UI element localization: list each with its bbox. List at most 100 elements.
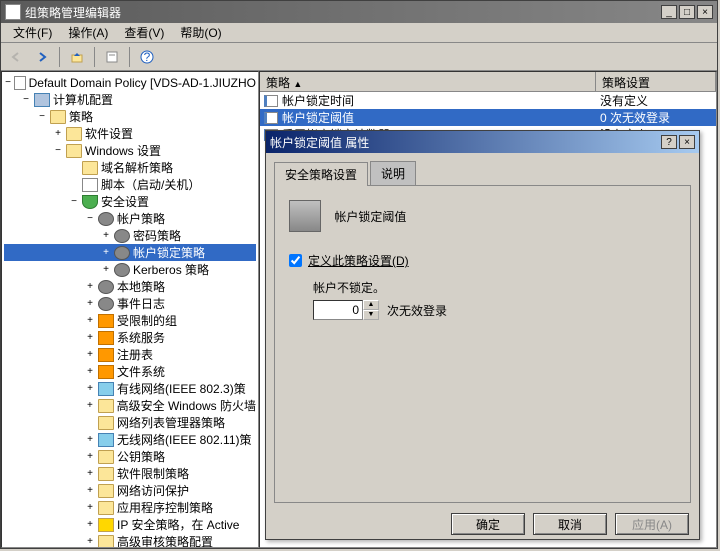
list-header: 策略 ▲ 策略设置: [260, 72, 716, 92]
list-cell-name: 帐户锁定时间: [282, 92, 354, 109]
tree-label: 应用程序控制策略: [117, 499, 213, 516]
menu-help[interactable]: 帮助(O): [172, 22, 229, 43]
tree-label: 事件日志: [117, 295, 165, 312]
minimize-button[interactable]: _: [661, 5, 677, 19]
tree-label: 策略: [69, 108, 93, 125]
properties-dialog: 帐户锁定阈值 属性 ? × 安全策略设置 说明 帐户锁定阈值 定义此策略设置(D…: [265, 130, 700, 540]
tree-wireless-network[interactable]: +无线网络(IEEE 802.11)策: [4, 431, 256, 448]
main-titlebar: 组策略管理编辑器 _ □ ×: [1, 1, 717, 23]
tree-label: 有线网络(IEEE 802.3)策: [117, 380, 246, 397]
tree-local-policies[interactable]: +本地策略: [4, 278, 256, 295]
tree-security-settings[interactable]: −安全设置: [4, 193, 256, 210]
list-cell-name: 帐户锁定阈值: [282, 109, 354, 126]
up-button[interactable]: [66, 46, 88, 68]
arrow-left-icon: [9, 50, 23, 64]
tree-account-policies[interactable]: −帐户策略: [4, 210, 256, 227]
tree-label: Kerberos 策略: [133, 261, 209, 278]
tree-software-restriction[interactable]: +软件限制策略: [4, 465, 256, 482]
policy-icon: [264, 112, 278, 124]
cancel-button[interactable]: 取消: [533, 513, 607, 535]
help-button[interactable]: ?: [136, 46, 158, 68]
ok-button[interactable]: 确定: [451, 513, 525, 535]
dialog-titlebar[interactable]: 帐户锁定阈值 属性 ? ×: [266, 131, 699, 153]
spinner-up-button[interactable]: ▲: [363, 300, 379, 310]
tree-label: 高级审核策略配置: [117, 533, 213, 548]
tree-policies[interactable]: −策略: [4, 108, 256, 125]
list-header-policy[interactable]: 策略 ▲: [260, 72, 596, 91]
tree-root[interactable]: −Default Domain Policy [VDS-AD-1.JIUZHO: [4, 74, 256, 91]
tree-label: 网络访问保护: [117, 482, 189, 499]
tree-software-settings[interactable]: +软件设置: [4, 125, 256, 142]
tree-network-list[interactable]: 网络列表管理器策略: [4, 414, 256, 431]
close-button[interactable]: ×: [697, 5, 713, 19]
properties-icon: [105, 50, 119, 64]
tree-label: 安全设置: [101, 193, 149, 210]
toolbar: ?: [1, 43, 717, 71]
tree-label: 公钥策略: [117, 448, 165, 465]
tree-file-system[interactable]: +文件系统: [4, 363, 256, 380]
tree-restricted-groups[interactable]: +受限制的组: [4, 312, 256, 329]
list-row[interactable]: 帐户锁定时间 没有定义: [260, 92, 716, 109]
menu-action[interactable]: 操作(A): [60, 22, 116, 43]
apply-button: 应用(A): [615, 513, 689, 535]
tree-ip-security[interactable]: +IP 安全策略，在 Active: [4, 516, 256, 533]
tree-label: IP 安全策略，在 Active: [117, 516, 239, 533]
spinner-down-button[interactable]: ▼: [363, 310, 379, 320]
tree-label: 无线网络(IEEE 802.11)策: [117, 431, 252, 448]
tree-label: 文件系统: [117, 363, 165, 380]
forward-button[interactable]: [31, 46, 53, 68]
policy-icon: [264, 95, 278, 107]
arrow-right-icon: [35, 50, 49, 64]
tree-scripts[interactable]: 脚本（启动/关机）: [4, 176, 256, 193]
tree-account-lockout[interactable]: +帐户锁定策略: [4, 244, 256, 261]
lockout-threshold-input[interactable]: [313, 300, 363, 320]
properties-button[interactable]: [101, 46, 123, 68]
tree-label: 域名解析策略: [101, 159, 173, 176]
define-policy-checkbox[interactable]: [289, 254, 302, 267]
tree-computer-config[interactable]: −计算机配置: [4, 91, 256, 108]
field-label: 帐户不锁定。: [313, 279, 676, 296]
tree-label: 软件设置: [85, 125, 133, 142]
define-policy-label: 定义此策略设置(D): [308, 252, 409, 269]
help-icon: ?: [140, 50, 154, 64]
tree-app-protection[interactable]: +网络访问保护: [4, 482, 256, 499]
maximize-button[interactable]: □: [679, 5, 695, 19]
tree-label: 注册表: [117, 346, 153, 363]
tree-domain-name[interactable]: 域名解析策略: [4, 159, 256, 176]
app-icon: [5, 4, 21, 20]
tree-windows-firewall[interactable]: +高级安全 Windows 防火墙: [4, 397, 256, 414]
list-row[interactable]: 帐户锁定阈值 0 次无效登录: [260, 109, 716, 126]
tree-event-log[interactable]: +事件日志: [4, 295, 256, 312]
tree-app-control[interactable]: +应用程序控制策略: [4, 499, 256, 516]
window-title: 组策略管理编辑器: [25, 4, 661, 21]
list-header-setting[interactable]: 策略设置: [596, 72, 716, 91]
dialog-help-button[interactable]: ?: [661, 135, 677, 149]
tree-label: 软件限制策略: [117, 465, 189, 482]
svg-text:?: ?: [144, 50, 151, 64]
tree-label: 计算机配置: [53, 91, 113, 108]
tree-registry[interactable]: +注册表: [4, 346, 256, 363]
tree-wired-network[interactable]: +有线网络(IEEE 802.3)策: [4, 380, 256, 397]
tree-panel[interactable]: −Default Domain Policy [VDS-AD-1.JIUZHO …: [1, 71, 259, 548]
tree-system-services[interactable]: +系统服务: [4, 329, 256, 346]
tree-kerberos[interactable]: +Kerberos 策略: [4, 261, 256, 278]
tab-panel: 帐户锁定阈值 定义此策略设置(D) 帐户不锁定。 ▲ ▼ 次无效登录: [274, 185, 691, 503]
tree-label: 系统服务: [117, 329, 165, 346]
tree-public-key[interactable]: +公钥策略: [4, 448, 256, 465]
tab-explain[interactable]: 说明: [370, 161, 416, 185]
tree-label: Windows 设置: [85, 142, 161, 159]
dialog-close-button[interactable]: ×: [679, 135, 695, 149]
tree-label: 密码策略: [133, 227, 181, 244]
tree-label: 受限制的组: [117, 312, 177, 329]
tree-advanced-audit[interactable]: +高级审核策略配置: [4, 533, 256, 548]
tree-label: 帐户锁定策略: [133, 244, 205, 261]
menu-file[interactable]: 文件(F): [5, 22, 60, 43]
tree-windows-settings[interactable]: −Windows 设置: [4, 142, 256, 159]
tree-label: 本地策略: [117, 278, 165, 295]
tree-password-policy[interactable]: +密码策略: [4, 227, 256, 244]
folder-up-icon: [70, 50, 84, 64]
back-button: [5, 46, 27, 68]
tab-security-policy[interactable]: 安全策略设置: [274, 162, 368, 186]
menu-view[interactable]: 查看(V): [116, 22, 172, 43]
tree-label: 帐户策略: [117, 210, 165, 227]
